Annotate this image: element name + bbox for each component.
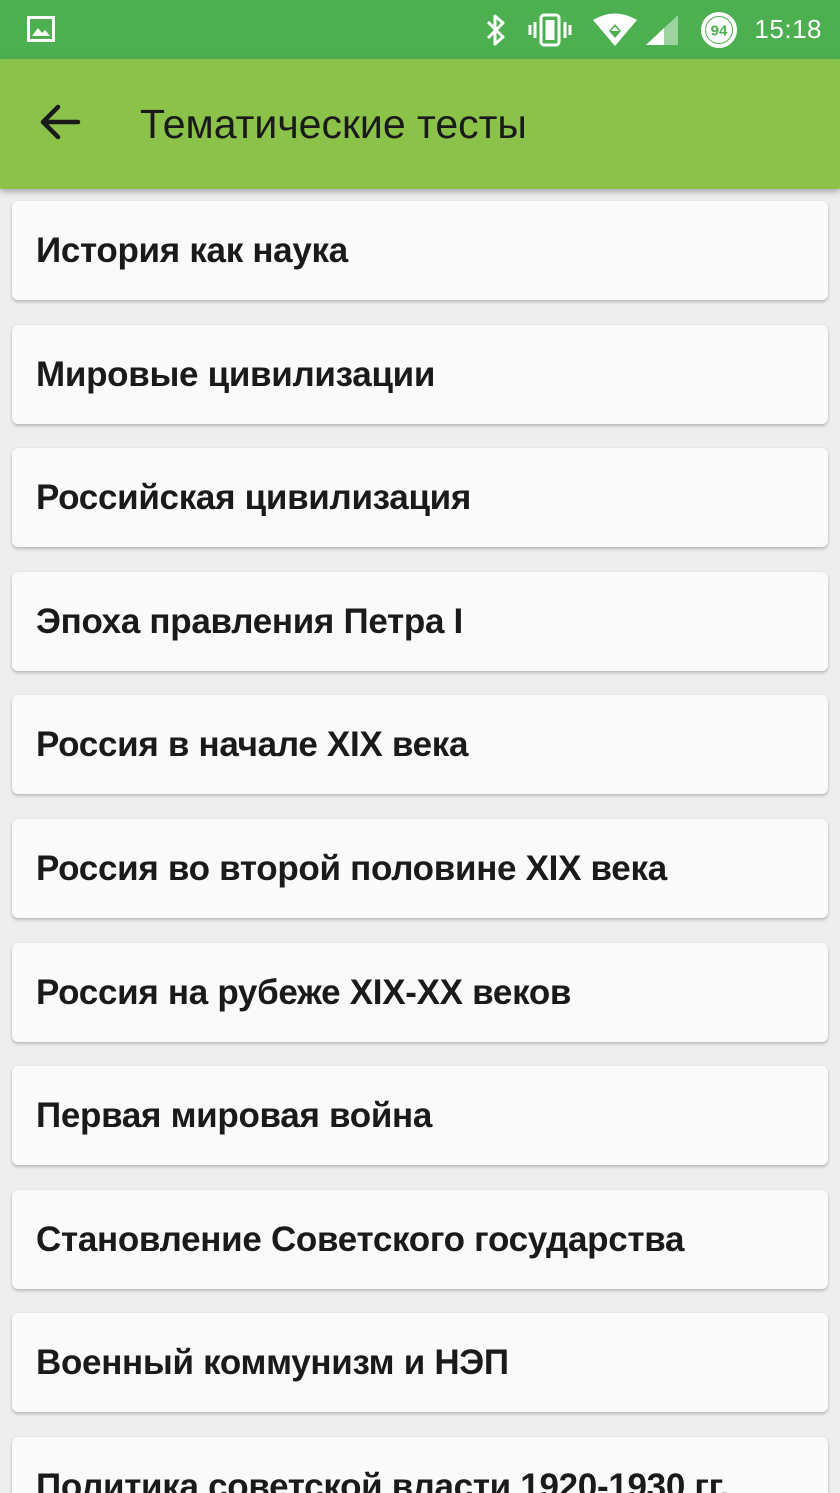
status-bar: 94 15:18 bbox=[0, 0, 840, 59]
signal-icon bbox=[644, 13, 680, 47]
wifi-icon bbox=[592, 13, 638, 47]
topic-card[interactable]: Россия во второй половине XIX века bbox=[12, 819, 828, 918]
status-clock: 15:18 bbox=[754, 14, 822, 44]
topic-card[interactable]: Первая мировая война bbox=[12, 1066, 828, 1165]
topic-card[interactable]: Политика советской власти 1920-1930 гг. bbox=[12, 1437, 828, 1493]
status-icons: 94 15:18 bbox=[484, 0, 822, 59]
back-button[interactable] bbox=[28, 92, 92, 156]
topic-card[interactable]: Становление Советского государства bbox=[12, 1190, 828, 1289]
topic-card[interactable]: Российская цивилизация bbox=[12, 448, 828, 547]
topic-label: Россия во второй половине XIX века bbox=[36, 849, 667, 888]
app-bar: Тематические тесты bbox=[0, 59, 840, 189]
topic-label: Первая мировая война bbox=[36, 1096, 433, 1135]
topic-label: Эпоха правления Петра I bbox=[36, 602, 463, 641]
topic-card[interactable]: История как наука bbox=[12, 201, 828, 300]
topic-list: История как наука Мировые цивилизации Ро… bbox=[0, 189, 840, 1493]
topic-label: Россия на рубеже XIX-XX веков bbox=[36, 973, 572, 1012]
topic-label: Политика советской власти 1920-1930 гг. bbox=[36, 1467, 729, 1493]
topic-label: Мировые цивилизации bbox=[36, 355, 436, 394]
vibrate-icon bbox=[528, 13, 572, 47]
battery-icon: 94 bbox=[700, 11, 738, 49]
topic-label: Становление Советского государства bbox=[36, 1220, 685, 1259]
page-title: Тематические тесты bbox=[140, 101, 527, 147]
topic-label: История как наука bbox=[36, 231, 348, 270]
topic-label: Военный коммунизм и НЭП bbox=[36, 1343, 509, 1382]
topic-label: Российская цивилизация bbox=[36, 478, 472, 517]
topic-card[interactable]: Мировые цивилизации bbox=[12, 325, 828, 424]
topic-card[interactable]: Военный коммунизм и НЭП bbox=[12, 1313, 828, 1412]
topic-label: Россия в начале XIX века bbox=[36, 725, 469, 764]
topic-card[interactable]: Россия на рубеже XIX-XX веков bbox=[12, 943, 828, 1042]
topic-card[interactable]: Эпоха правления Петра I bbox=[12, 572, 828, 671]
gallery-icon bbox=[27, 15, 55, 43]
bluetooth-icon bbox=[484, 13, 508, 47]
arrow-back-icon bbox=[38, 100, 82, 149]
battery-level: 94 bbox=[711, 22, 728, 39]
topic-card[interactable]: Россия в начале XIX века bbox=[12, 695, 828, 794]
